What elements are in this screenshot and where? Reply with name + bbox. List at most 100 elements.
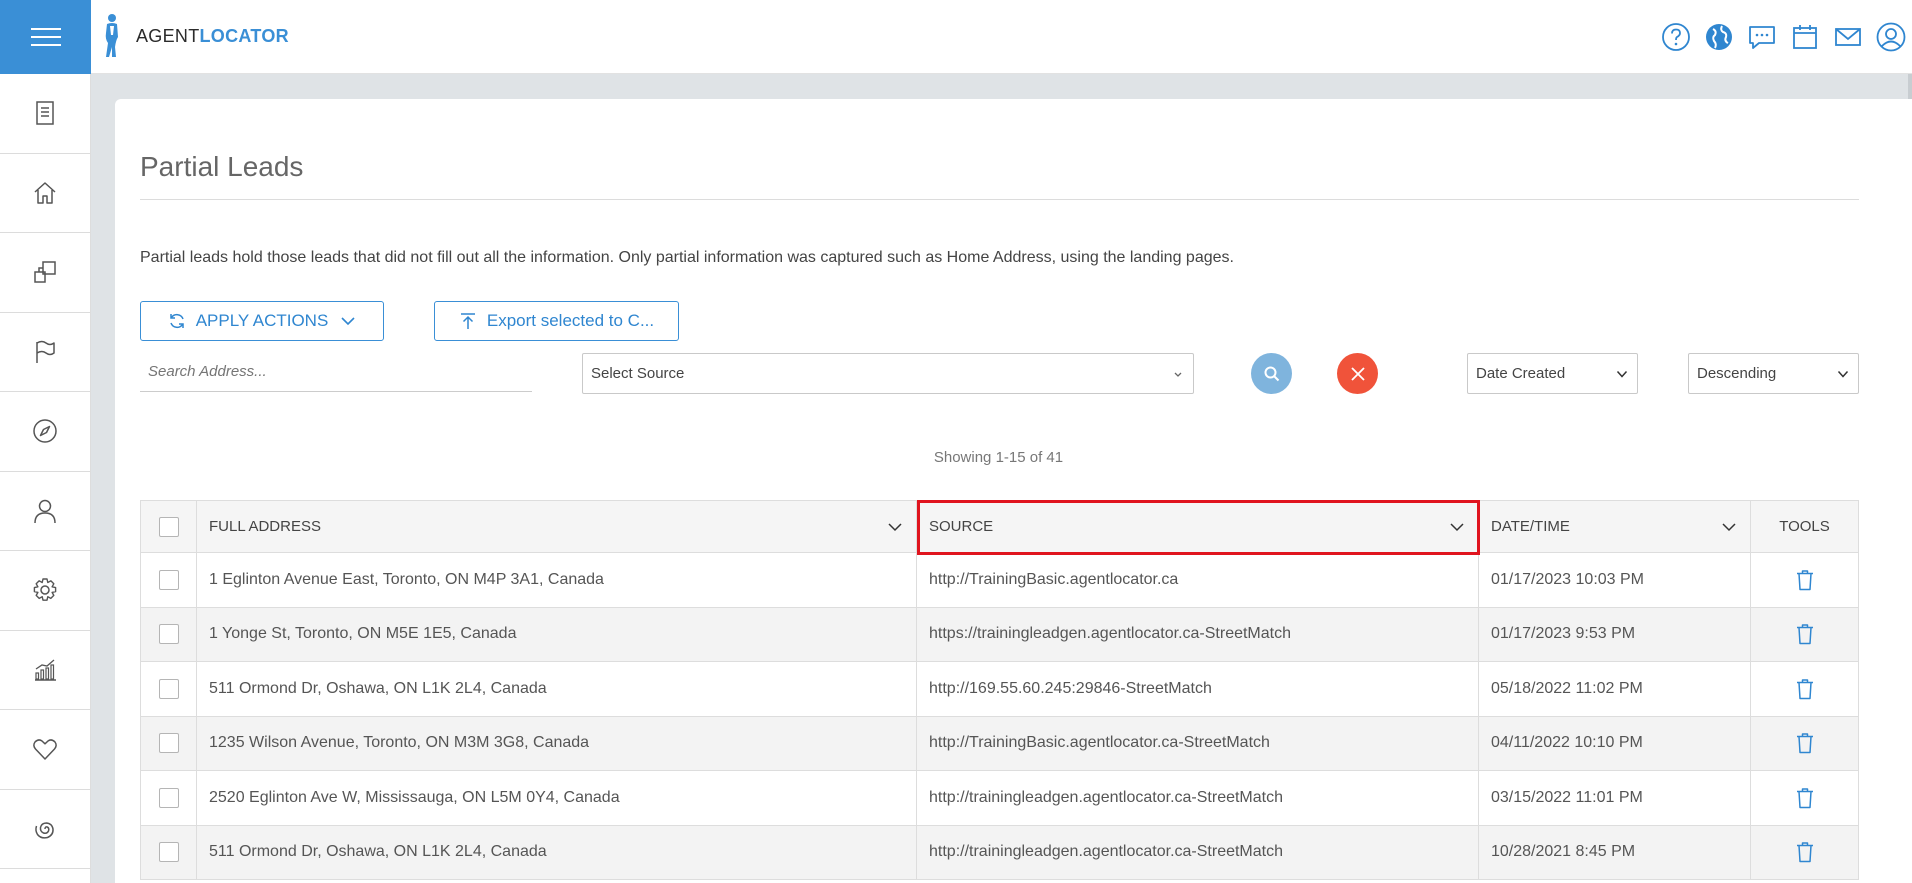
globe-icon[interactable] [1697, 17, 1740, 57]
source-select-value: Select Source [591, 365, 685, 382]
sidebar [0, 74, 91, 883]
trash-icon[interactable] [1795, 787, 1815, 809]
chevron-down-icon [1616, 370, 1628, 378]
source-select[interactable]: Select Source [582, 353, 1194, 394]
hamburger-icon [30, 28, 61, 46]
datetime-cell: 01/17/2023 9:53 PM [1479, 607, 1751, 661]
copy-icon [34, 261, 56, 283]
source-cell: http://TrainingBasic.agentlocator.ca [917, 553, 1479, 607]
sidebar-item-more[interactable] [0, 790, 90, 869]
leads-table: FULL ADDRESS SOURCE DATE/TIME TOOLS 1 Eg… [140, 500, 1859, 880]
chevron-down-icon[interactable] [1720, 518, 1738, 536]
tools-cell [1751, 608, 1858, 662]
refresh-icon [169, 313, 184, 329]
table-header-row: FULL ADDRESS SOURCE DATE/TIME TOOLS [141, 500, 1858, 553]
trash-icon[interactable] [1795, 569, 1815, 591]
brand-name: AGENTLOCATOR [136, 26, 289, 47]
tools-cell [1751, 662, 1858, 716]
address-cell: 511 Ormond Dr, Oshawa, ON L1K 2L4, Canad… [197, 662, 917, 716]
sort-field-select[interactable]: Date Created [1467, 353, 1638, 394]
export-label: Export selected to C... [486, 311, 655, 330]
export-button[interactable]: Export selected to C... [434, 301, 679, 341]
clear-filters-button[interactable] [1337, 353, 1378, 394]
search-address-input[interactable] [140, 352, 532, 392]
home-icon [34, 182, 56, 204]
calendar-icon[interactable] [1783, 17, 1826, 57]
column-label-datetime: DATE/TIME [1491, 518, 1570, 535]
sidebar-item-listings[interactable] [0, 233, 90, 313]
sidebar-item-documents[interactable] [0, 74, 90, 154]
sidebar-item-contacts[interactable] [0, 472, 90, 551]
table-row: 1 Yonge St, Toronto, ON M5E 1E5, Canada … [141, 607, 1858, 662]
trash-icon[interactable] [1795, 732, 1815, 754]
row-checkbox[interactable] [158, 787, 179, 808]
row-checkbox-cell [141, 662, 197, 716]
chat-icon[interactable] [1740, 17, 1783, 57]
sidebar-item-reports[interactable] [0, 631, 90, 710]
brand-part-1: AGENT [136, 25, 200, 46]
user-icon[interactable] [1869, 17, 1912, 57]
address-cell: 1 Yonge St, Toronto, ON M5E 1E5, Canada [197, 607, 917, 661]
menu-toggle-button[interactable] [0, 0, 91, 74]
sort-order-value: Descending [1697, 365, 1777, 382]
datetime-cell: 01/17/2023 10:03 PM [1479, 553, 1751, 607]
address-cell: 1 Eglinton Avenue East, Toronto, ON M4P … [197, 553, 917, 607]
chevron-down-icon[interactable] [886, 518, 904, 536]
table-row: 511 Ormond Dr, Oshawa, ON L1K 2L4, Canad… [141, 662, 1858, 717]
sidebar-item-settings[interactable] [0, 551, 90, 631]
top-icon-bar [1654, 0, 1912, 74]
source-cell: http://TrainingBasic.agentlocator.ca-Str… [917, 716, 1479, 770]
row-checkbox[interactable] [158, 624, 179, 645]
help-icon[interactable] [1654, 17, 1697, 57]
tools-cell [1751, 771, 1858, 825]
tools-cell [1751, 717, 1858, 771]
chart-icon [35, 659, 56, 681]
table-row: 1 Eglinton Avenue East, Toronto, ON M4P … [141, 553, 1858, 608]
row-checkbox-cell [141, 825, 197, 879]
column-label-address: FULL ADDRESS [209, 518, 321, 535]
search-icon [1264, 366, 1279, 381]
search-button[interactable] [1251, 353, 1292, 394]
sidebar-item-explore[interactable] [0, 392, 90, 472]
app-logo[interactable]: AGENTLOCATOR [101, 10, 289, 62]
select-all-checkbox[interactable] [158, 516, 179, 537]
trash-icon[interactable] [1795, 678, 1815, 700]
table-row: 2520 Eglinton Ave W, Mississauga, ON L5M… [141, 771, 1858, 826]
table-row: 1235 Wilson Avenue, Toronto, ON M3M 3G8,… [141, 716, 1858, 771]
row-checkbox-cell [141, 771, 197, 825]
tools-cell [1751, 553, 1858, 607]
sidebar-item-home[interactable] [0, 154, 90, 233]
column-header-source[interactable]: SOURCE [917, 501, 1479, 552]
column-header-datetime[interactable]: DATE/TIME [1479, 501, 1751, 552]
row-checkbox[interactable] [158, 678, 179, 699]
agent-figure-icon [105, 14, 118, 57]
sort-order-select[interactable]: Descending [1688, 353, 1859, 394]
title-divider [140, 199, 1859, 200]
top-bar: AGENTLOCATOR [0, 0, 1912, 74]
column-header-tools: TOOLS [1751, 501, 1858, 552]
main-card: Partial Leads Partial leads hold those l… [115, 99, 1912, 883]
document-icon [36, 101, 54, 125]
row-checkbox[interactable] [158, 842, 179, 863]
person-icon [34, 499, 56, 523]
row-checkbox-cell [141, 716, 197, 770]
sidebar-item-favorites[interactable] [0, 710, 90, 790]
row-checkbox[interactable] [158, 733, 179, 754]
row-checkbox-cell [141, 607, 197, 661]
mail-icon[interactable] [1826, 17, 1869, 57]
row-checkbox[interactable] [158, 569, 179, 590]
chevron-down-icon[interactable] [1448, 518, 1466, 536]
apply-actions-button[interactable]: APPLY ACTIONS [140, 301, 384, 341]
sidebar-item-flags[interactable] [0, 313, 90, 392]
trash-icon[interactable] [1795, 841, 1815, 863]
apply-actions-label: APPLY ACTIONS [195, 311, 329, 330]
upload-icon [460, 313, 475, 329]
chevron-down-icon [1174, 372, 1182, 377]
trash-icon[interactable] [1795, 623, 1815, 645]
source-cell: https://trainingleadgen.agentlocator.ca-… [917, 607, 1479, 661]
header-checkbox-cell [141, 501, 197, 552]
chevron-down-icon [1837, 370, 1849, 378]
close-icon [1350, 366, 1365, 381]
column-label-tools: TOOLS [1779, 518, 1830, 535]
column-header-address[interactable]: FULL ADDRESS [197, 501, 917, 552]
